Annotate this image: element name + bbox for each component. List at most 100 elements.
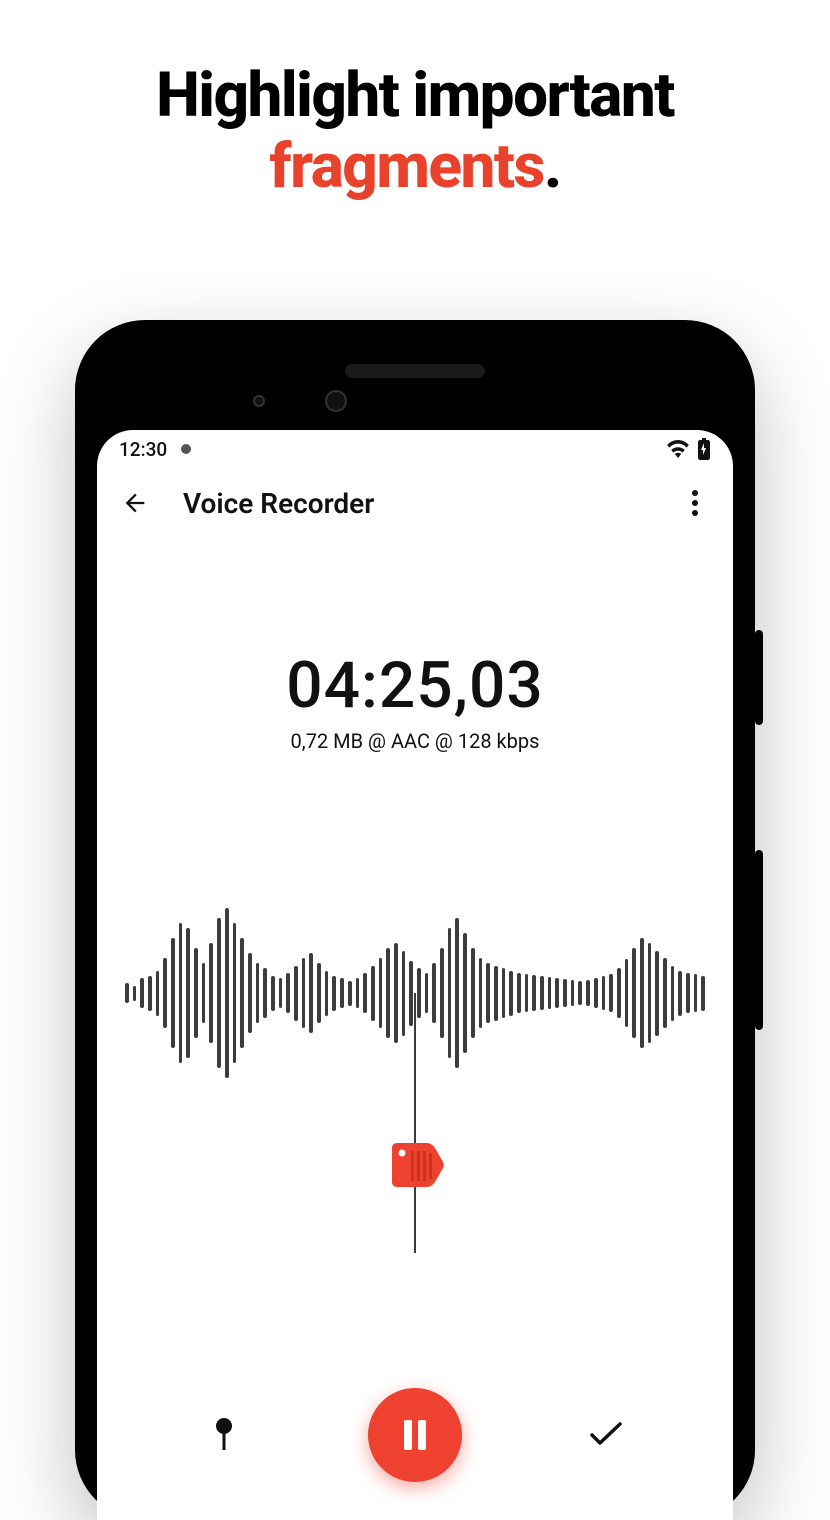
done-button[interactable]	[576, 1405, 636, 1465]
waveform-bar	[125, 983, 129, 1003]
waveform-bar	[256, 963, 260, 1023]
waveform-bar	[563, 979, 567, 1007]
waveform-bar	[425, 973, 429, 1013]
waveform-bar	[133, 986, 137, 1001]
waveform-bar	[648, 943, 652, 1043]
pause-record-button[interactable]	[368, 1388, 462, 1482]
waveform-bar	[625, 959, 629, 1027]
phone-screen: 12:30 Voice Recorder	[97, 430, 733, 1520]
waveform-bar	[386, 948, 390, 1038]
recording-meta: 0,72 MB @ AAC @ 128 kbps	[97, 729, 733, 753]
waveform-bar	[163, 958, 167, 1028]
waveform-bar	[701, 976, 705, 1011]
waveform-bar	[225, 908, 229, 1078]
waveform-bar	[417, 968, 421, 1018]
waveform-bar	[663, 958, 667, 1028]
waveform-bar	[540, 976, 544, 1010]
waveform-bar	[525, 974, 529, 1012]
more-vertical-icon	[692, 490, 698, 516]
waveform-bar	[379, 958, 383, 1028]
phone-mockup: 12:30 Voice Recorder	[75, 320, 755, 1520]
waveform-bar	[586, 980, 590, 1006]
waveform-bar	[448, 928, 452, 1058]
waveform-bar	[532, 975, 536, 1011]
waveform-bar	[432, 963, 436, 1023]
waveform-bar	[609, 974, 613, 1012]
waveform-bar	[209, 943, 213, 1043]
waveform-bar	[486, 963, 490, 1023]
waveform-bar	[671, 966, 675, 1021]
page-title: Voice Recorder	[183, 487, 647, 520]
waveform-bar	[263, 968, 267, 1018]
status-bar: 12:30	[97, 430, 733, 468]
waveform-bar	[279, 978, 283, 1008]
pause-icon	[401, 1418, 429, 1452]
waveform-bar	[517, 973, 521, 1013]
waveform-bar	[271, 976, 275, 1011]
waveform-bar	[233, 923, 237, 1063]
hero-heading: Highlight important fragments.	[0, 0, 830, 203]
waveform-bar	[302, 958, 306, 1028]
waveform-bar	[148, 976, 152, 1011]
waveform-bar	[202, 963, 206, 1023]
waveform-bar	[356, 978, 360, 1008]
hero-line2-accent: fragments	[269, 130, 544, 203]
waveform-bar	[409, 961, 413, 1026]
waveform-bar	[686, 973, 690, 1013]
waveform-bar	[694, 974, 698, 1012]
waveform-bar	[325, 971, 329, 1016]
waveform-bar	[156, 971, 160, 1016]
waveform-bar	[248, 953, 252, 1033]
waveform-bar	[217, 918, 221, 1068]
waveform-bar	[340, 978, 344, 1008]
waveform-bar	[548, 977, 552, 1009]
waveform-bar	[348, 981, 352, 1006]
waveform-bar	[171, 938, 175, 1048]
waveform-bar	[294, 966, 298, 1021]
waveform-bar	[240, 938, 244, 1048]
hero-line2-tail: .	[544, 130, 561, 203]
waveform-bar	[317, 963, 321, 1023]
waveform-bar	[509, 971, 513, 1016]
check-icon	[590, 1422, 622, 1448]
phone-sensor	[253, 395, 265, 407]
waveform-bar	[632, 948, 636, 1038]
waveform-bar	[309, 953, 313, 1033]
back-button[interactable]	[115, 483, 155, 523]
phone-power-button	[755, 630, 763, 725]
phone-volume-button	[755, 850, 763, 1030]
waveform[interactable]	[97, 893, 733, 1093]
phone-camera	[325, 390, 347, 412]
more-menu-button[interactable]	[675, 483, 715, 523]
waveform-bar	[678, 971, 682, 1016]
waveform-bar	[402, 951, 406, 1036]
waveform-bar	[371, 966, 375, 1021]
wifi-icon	[667, 440, 689, 458]
waveform-bar	[479, 958, 483, 1028]
waveform-bar	[578, 981, 582, 1005]
waveform-bar	[194, 948, 198, 1038]
waveform-bar	[286, 973, 290, 1013]
waveform-bar	[617, 968, 621, 1018]
waveform-bar	[555, 978, 559, 1008]
waveform-bar	[602, 976, 606, 1010]
waveform-bar	[571, 980, 575, 1006]
waveform-bar	[594, 978, 598, 1008]
waveform-bar	[494, 966, 498, 1021]
waveform-bar	[332, 976, 336, 1011]
highlight-tag-marker[interactable]	[385, 1133, 445, 1217]
pin-button[interactable]	[194, 1405, 254, 1465]
tag-icon	[385, 1133, 445, 1213]
waveform-bar	[640, 938, 644, 1048]
recording-timer: 04:25,03	[97, 648, 733, 723]
waveform-bar	[463, 933, 467, 1053]
pin-icon	[213, 1418, 235, 1452]
waveform-bar	[179, 923, 183, 1063]
phone-speaker	[345, 364, 485, 378]
controls-bar	[97, 1350, 733, 1520]
app-bar: Voice Recorder	[97, 468, 733, 538]
arrow-left-icon	[121, 489, 149, 517]
battery-icon	[697, 438, 711, 460]
timer-block: 04:25,03 0,72 MB @ AAC @ 128 kbps	[97, 648, 733, 753]
waveform-bar	[455, 918, 459, 1068]
